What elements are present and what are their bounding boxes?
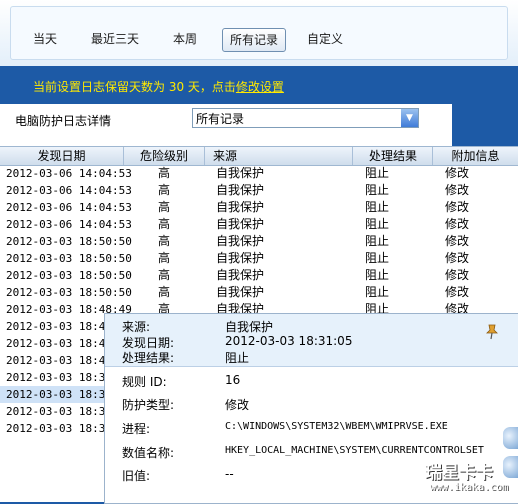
cell-level: 高 <box>158 268 171 282</box>
cell-source: 自我保护 <box>216 234 265 248</box>
cell-source: 自我保护 <box>216 268 265 282</box>
cell-date: 2012-03-03 18:50:50 <box>6 252 132 265</box>
cell-source: 自我保护 <box>216 285 265 299</box>
cell-date: 2012-03-06 14:04:53 <box>6 201 132 214</box>
cell-result: 阻止 <box>365 268 390 282</box>
chevron-down-icon[interactable]: ▼ <box>401 109 418 127</box>
tab-custom[interactable]: 自定义 <box>303 27 347 51</box>
cell-date: 2012-03-03 18:50:50 <box>6 235 132 248</box>
table-row[interactable]: 2012-03-03 18:50:50 高 自我保护 阻止 修改 <box>0 250 518 267</box>
table-row[interactable]: 2012-03-03 18:50:50 高 自我保护 阻止 修改 <box>0 233 518 250</box>
detail-rule-value: 16 <box>225 373 241 387</box>
cell-date: 2012-03-03 18:31 <box>6 405 112 418</box>
cell-extra: 修改 <box>445 251 470 265</box>
table-row[interactable]: 2012-03-06 14:04:53 高 自我保护 阻止 修改 <box>0 182 518 199</box>
table-row[interactable]: 2012-03-03 18:50:50 高 自我保护 阻止 修改 <box>0 267 518 284</box>
cell-source: 自我保护 <box>216 200 265 214</box>
cell-result: 阻止 <box>365 200 390 214</box>
column-header-date[interactable]: 发现日期 <box>0 147 124 165</box>
cell-level: 高 <box>158 200 171 214</box>
cell-extra: 修改 <box>445 268 470 282</box>
detail-source-label: 来源: <box>122 320 151 334</box>
cell-source: 自我保护 <box>216 217 265 231</box>
cell-result: 阻止 <box>365 285 390 299</box>
cell-source: 自我保护 <box>216 166 265 180</box>
table-row[interactable]: 2012-03-06 14:04:53 高 自我保护 阻止 修改 <box>0 199 518 216</box>
cell-extra: 修改 <box>445 166 470 180</box>
watermark: 瑞星卡卡 www.ikaka.com <box>405 456 518 502</box>
cell-result: 阻止 <box>365 234 390 248</box>
detail-rule-label: 规则 ID: <box>122 375 167 389</box>
tab-this-week[interactable]: 本周 <box>168 27 202 51</box>
filter-selected-value: 所有记录 <box>196 112 245 126</box>
cell-date: 2012-03-03 18:50:50 <box>6 286 132 299</box>
cell-extra: 修改 <box>445 183 470 197</box>
detail-process-value: C:\WINDOWS\SYSTEM32\WBEM\WMIPRVSE.EXE <box>225 421 448 432</box>
cell-result: 阻止 <box>365 217 390 231</box>
cell-date: 2012-03-03 18:50:50 <box>6 269 132 282</box>
panel-corner-strip <box>452 104 518 146</box>
table-row[interactable]: 2012-03-06 14:04:53 高 自我保护 阻止 修改 <box>0 216 518 233</box>
tab-all-records[interactable]: 所有记录 <box>222 28 286 52</box>
cell-result: 阻止 <box>365 183 390 197</box>
detail-source-value: 自我保护 <box>225 320 274 334</box>
cell-date: 2012-03-03 18:48 <box>6 320 112 333</box>
log-table-header: 发现日期 危险级别 来源 处理结果 附加信息 <box>0 146 518 166</box>
scroll-up-button[interactable] <box>503 427 518 449</box>
cell-date: 2012-03-03 18:31 <box>6 422 112 435</box>
cell-source: 自我保护 <box>216 183 265 197</box>
cell-source: 自我保护 <box>216 251 265 265</box>
cell-date: 2012-03-03 18:31 <box>6 388 112 401</box>
cell-extra: 修改 <box>445 285 470 299</box>
cell-date: 2012-03-03 18:48 <box>6 354 112 367</box>
cell-result: 阻止 <box>365 251 390 265</box>
cell-date: 2012-03-06 14:04:53 <box>6 167 132 180</box>
detail-type-label: 防护类型: <box>122 398 175 412</box>
column-header-level[interactable]: 危险级别 <box>124 147 205 165</box>
cell-level: 高 <box>158 166 171 180</box>
filter-dropdown[interactable]: 所有记录 ▼ <box>192 108 419 128</box>
cell-extra: 修改 <box>445 234 470 248</box>
cell-level: 高 <box>158 251 171 265</box>
cell-date: 2012-03-03 18:48 <box>6 337 112 350</box>
column-header-source[interactable]: 来源 <box>205 147 353 165</box>
retention-notice: 当前设置日志保留天数为 30 天，点击修改设置 <box>33 78 284 95</box>
retention-text: 当前设置日志保留天数为 30 天，点击 <box>33 80 236 94</box>
cell-result: 阻止 <box>365 166 390 180</box>
table-row[interactable]: 2012-03-03 18:50:50 高 自我保护 阻止 修改 <box>0 284 518 301</box>
detail-process-label: 进程: <box>122 422 151 436</box>
detail-type-value: 修改 <box>225 398 250 412</box>
pin-icon[interactable] <box>485 324 499 340</box>
detail-old-value: -- <box>225 467 234 481</box>
cell-extra: 修改 <box>445 200 470 214</box>
cell-level: 高 <box>158 217 171 231</box>
detail-value-name-value: HKEY_LOCAL_MACHINE\SYSTEM\CURRENTCONTROL… <box>225 445 484 456</box>
filter-label: 电脑防护日志详情 <box>15 114 112 128</box>
detail-date-value: 2012-03-03 18:31:05 <box>225 334 353 348</box>
tab-last-three-days[interactable]: 最近三天 <box>86 27 144 51</box>
watermark-brand: 瑞星卡卡 <box>425 463 493 483</box>
column-header-extra-info[interactable]: 附加信息 <box>433 147 518 165</box>
table-row[interactable]: 2012-03-06 14:04:53 高 自我保护 阻止 修改 <box>0 165 518 182</box>
cell-level: 高 <box>158 285 171 299</box>
cell-date: 2012-03-06 14:04:53 <box>6 184 132 197</box>
cell-date: 2012-03-06 14:04:53 <box>6 218 132 231</box>
detail-value-name-label: 数值名称: <box>122 446 175 460</box>
detail-old-value-label: 旧值: <box>122 469 151 483</box>
cell-level: 高 <box>158 234 171 248</box>
cell-level: 高 <box>158 183 171 197</box>
cell-date: 2012-03-03 18:31 <box>6 371 112 384</box>
watermark-url: www.ikaka.com <box>430 482 509 493</box>
modify-settings-link[interactable]: 修改设置 <box>236 80 284 94</box>
detail-result-label: 处理结果: <box>122 351 175 365</box>
tab-today[interactable]: 当天 <box>28 27 62 51</box>
column-header-result[interactable]: 处理结果 <box>354 147 433 165</box>
cell-extra: 修改 <box>445 217 470 231</box>
detail-result-value: 阻止 <box>225 351 250 365</box>
